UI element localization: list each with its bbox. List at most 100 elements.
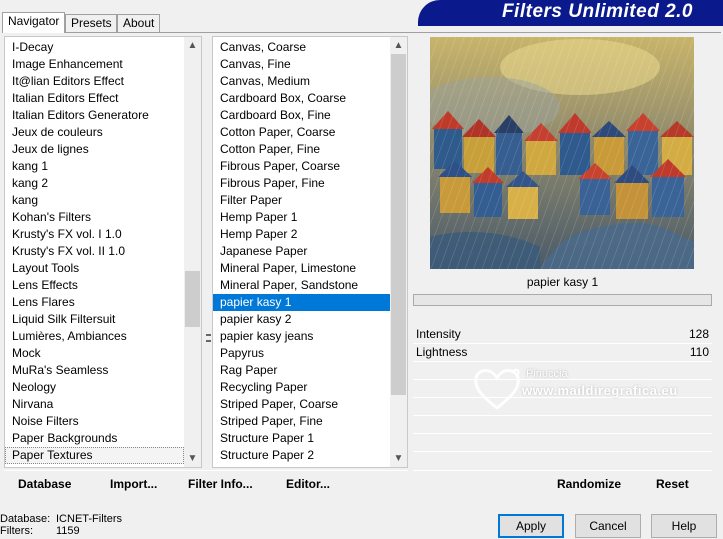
filter-item[interactable]: Cotton Paper, Fine — [213, 141, 390, 158]
filter-item[interactable]: papier kasy 2 — [213, 311, 390, 328]
filter-list-pane: Canvas, Coarse Canvas, Fine Canvas, Medium… — [206, 36, 408, 468]
reset-button[interactable]: Reset — [656, 477, 689, 491]
filter-item[interactable]: Canvas, Fine — [213, 56, 390, 73]
filter-item[interactable]: Mineral Paper, Sandstone — [213, 277, 390, 294]
filter-item[interactable]: Cardboard Box, Fine — [213, 107, 390, 124]
database-info: Database: ICNET-Filters Filters: 1159 — [0, 513, 122, 537]
filter-info-button[interactable]: Filter Info... — [188, 477, 253, 491]
slider-label: Intensity — [416, 327, 461, 341]
category-item[interactable]: Nirvana — [5, 396, 184, 413]
filter-item[interactable]: Fibrous Paper, Fine — [213, 175, 390, 192]
filter-item[interactable]: Fibrous Paper, Coarse — [213, 158, 390, 175]
filter-item[interactable]: Structure Paper 2 — [213, 447, 390, 464]
category-list[interactable]: I-Decay Image Enhancement It@lian Editors … — [5, 39, 184, 467]
heart-logo-icon — [474, 368, 520, 410]
watermark: Pinuccia www.maildiregrafica.eu — [472, 364, 702, 424]
slider-label: Lightness — [416, 345, 468, 359]
apply-button[interactable]: Apply — [498, 514, 564, 538]
editor-button[interactable]: Editor... — [286, 477, 330, 491]
filter-item[interactable]: Structure Paper 1 — [213, 430, 390, 447]
category-item[interactable]: I-Decay — [5, 39, 184, 56]
category-item[interactable]: Paper Textures — [5, 447, 184, 464]
category-item[interactable]: Mock — [5, 345, 184, 362]
category-item[interactable]: Noise Filters — [5, 413, 184, 430]
left-button-bar: Database Import... Filter Info... Editor… — [4, 470, 408, 498]
slider-value: 110 — [689, 345, 709, 359]
filter-item[interactable]: Papyrus — [213, 345, 390, 362]
scroll-thumb[interactable] — [185, 271, 200, 327]
filter-item[interactable]: Canvas, Coarse — [213, 39, 390, 56]
category-item[interactable]: Lens Effects — [5, 277, 184, 294]
tab-presets[interactable]: Presets — [65, 14, 117, 32]
category-item[interactable]: MuRa's Seamless — [5, 362, 184, 379]
category-item[interactable]: Italian Editors Effect — [5, 90, 184, 107]
scroll-down-icon[interactable]: ▼ — [390, 450, 407, 467]
scroll-thumb[interactable] — [391, 54, 406, 395]
category-scrollbar[interactable]: ▲ ▼ — [184, 37, 201, 467]
filter-item[interactable]: Japanese Paper — [213, 243, 390, 260]
filter-item[interactable]: Filter Paper — [213, 192, 390, 209]
filter-list[interactable]: Canvas, Coarse Canvas, Fine Canvas, Medium… — [213, 39, 390, 467]
filter-scrollbar[interactable]: ▲ ▼ — [390, 37, 407, 467]
slider-lightness[interactable]: Lightness 110 — [413, 344, 712, 361]
category-item[interactable]: Lens Flares — [5, 294, 184, 311]
cancel-button[interactable]: Cancel — [575, 514, 641, 538]
watermark-site: www.maildiregrafica.eu — [522, 383, 678, 398]
category-item[interactable]: Layout Tools — [5, 260, 184, 277]
category-item[interactable]: Jeux de lignes — [5, 141, 184, 158]
filter-item[interactable]: Cotton Paper, Coarse — [213, 124, 390, 141]
category-item[interactable]: Paper Backgrounds — [5, 430, 184, 447]
help-button[interactable]: Help — [651, 514, 717, 538]
tab-navigator[interactable]: Navigator — [2, 12, 65, 33]
progress-bar — [413, 294, 712, 306]
category-item[interactable]: Italian Editors Generatore — [5, 107, 184, 124]
slider-intensity[interactable]: Intensity 128 — [413, 326, 712, 343]
category-item[interactable]: kang 2 — [5, 175, 184, 192]
database-label: Database: — [0, 513, 51, 525]
divider — [413, 451, 712, 452]
category-item[interactable]: Kohan's Filters — [5, 209, 184, 226]
filter-item[interactable]: Striped Paper, Fine — [213, 413, 390, 430]
filter-item[interactable]: Striped Paper, Coarse — [213, 396, 390, 413]
category-item[interactable]: Lumières, Ambiances — [5, 328, 184, 345]
filter-item[interactable]: Cardboard Box, Coarse — [213, 90, 390, 107]
filter-item[interactable]: Recycling Paper — [213, 379, 390, 396]
category-item[interactable]: Liquid Silk Filtersuit — [5, 311, 184, 328]
tab-about[interactable]: About — [117, 14, 160, 32]
database-button[interactable]: Database — [18, 477, 71, 491]
filter-item[interactable]: Rag Paper — [213, 362, 390, 379]
filter-item[interactable]: papier kasy 1 — [213, 294, 390, 311]
app-title: Filters Unlimited 2.0 — [501, 1, 693, 22]
database-value: ICNET-Filters — [56, 513, 122, 525]
category-item[interactable]: Krusty's FX vol. I 1.0 — [5, 226, 184, 243]
tab-divider — [2, 32, 721, 33]
category-item[interactable]: Neology — [5, 379, 184, 396]
randomize-button[interactable]: Randomize — [557, 477, 621, 491]
filter-preview-image[interactable] — [430, 37, 694, 269]
filter-item[interactable]: Hemp Paper 1 — [213, 209, 390, 226]
filter-item[interactable]: papier kasy jeans — [213, 328, 390, 345]
category-item[interactable]: Krusty's FX vol. II 1.0 — [5, 243, 184, 260]
divider — [413, 361, 712, 362]
category-item[interactable]: kang 1 — [5, 158, 184, 175]
app-banner: Filters Unlimited 2.0 — [418, 0, 723, 26]
filter-item[interactable]: Canvas, Medium — [213, 73, 390, 90]
scroll-down-icon[interactable]: ▼ — [184, 450, 201, 467]
filter-item[interactable]: Mineral Paper, Limestone — [213, 260, 390, 277]
slider-value: 128 — [688, 327, 709, 341]
preview-filter-name: papier kasy 1 — [526, 275, 599, 289]
list-grip-icon — [206, 334, 211, 342]
category-item[interactable]: kang — [5, 192, 184, 209]
category-item[interactable]: Jeux de couleurs — [5, 124, 184, 141]
filters-count-value: 1159 — [56, 525, 80, 537]
scroll-up-icon[interactable]: ▲ — [184, 37, 201, 54]
import-button[interactable]: Import... — [110, 477, 157, 491]
filter-item[interactable]: Hemp Paper 2 — [213, 226, 390, 243]
category-item[interactable]: It@lian Editors Effect — [5, 73, 184, 90]
right-button-bar: Randomize Reset — [413, 470, 712, 498]
category-item[interactable]: Image Enhancement — [5, 56, 184, 73]
divider — [413, 433, 712, 434]
watermark-brand: Pinuccia — [526, 368, 568, 380]
scroll-up-icon[interactable]: ▲ — [390, 37, 407, 54]
category-list-pane: I-Decay Image Enhancement It@lian Editors … — [4, 36, 202, 468]
